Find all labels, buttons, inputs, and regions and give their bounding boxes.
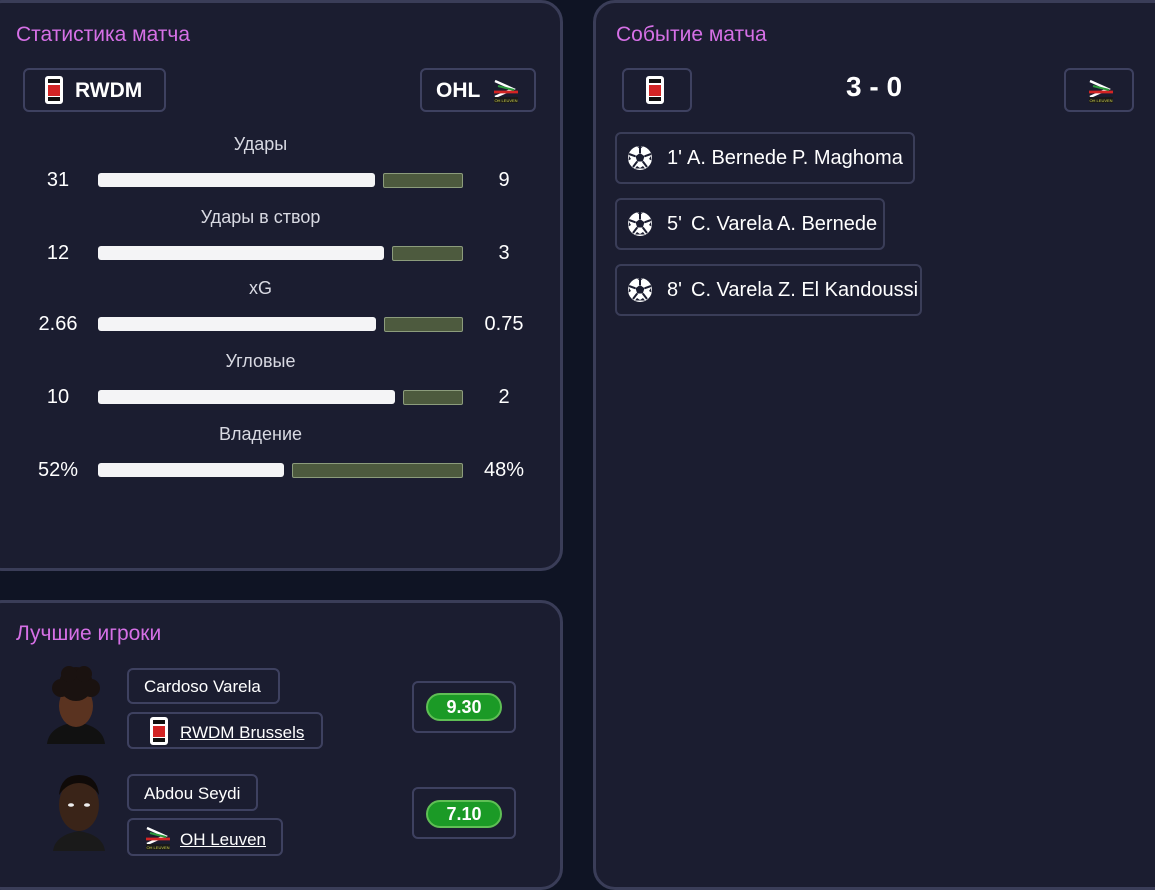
soccer-ball-icon — [627, 145, 653, 171]
goal-scorer[interactable]: C. Varela — [691, 213, 773, 236]
player-name-chip[interactable]: Cardoso Varela — [127, 668, 280, 704]
stat-away-bar — [403, 390, 463, 405]
home-team-chip[interactable]: RWDM — [23, 68, 166, 112]
stat-away-value: 48% — [483, 459, 525, 481]
players-title: Лучшие игроки — [16, 622, 162, 645]
best-players-panel: Лучшие игроки Cardoso Varela RWDM Brusse… — [0, 600, 563, 890]
player-team-chip[interactable]: RWDM Brussels — [127, 712, 323, 749]
stat-away-value: 3 — [498, 242, 510, 264]
soccer-ball-icon — [627, 211, 653, 237]
player-team-link[interactable]: OH Leuven — [180, 830, 266, 850]
rwdm-crest-icon — [646, 76, 664, 104]
player-name-chip[interactable]: Abdou Seydi — [127, 774, 258, 811]
stat-away-bar — [383, 173, 463, 188]
player-team-chip[interactable]: OH Leuven — [127, 818, 283, 856]
stats-title: Статистика матча — [16, 23, 191, 46]
player-rating: 9.30 — [426, 693, 502, 721]
rwdm-crest-icon — [150, 717, 168, 745]
stat-away-value: 9 — [498, 169, 510, 191]
stat-home-value: 31 — [46, 169, 70, 191]
stat-home-value: 12 — [46, 242, 70, 264]
player-team-link[interactable]: RWDM Brussels — [180, 723, 304, 743]
match-score: 3 - 0 — [846, 71, 903, 102]
player-avatar — [47, 666, 105, 744]
goal-assist[interactable]: Z. El Kandoussi — [778, 279, 918, 302]
events-title: Событие матча — [616, 23, 767, 46]
stat-home-bar — [98, 390, 395, 404]
player-avatar — [53, 775, 105, 851]
stat-home-bar — [98, 173, 375, 187]
player-name: Cardoso Varela — [144, 677, 261, 696]
stat-home-value: 10 — [46, 386, 70, 408]
goal-minute: 5' — [667, 213, 682, 235]
stat-home-value: 52% — [37, 459, 79, 481]
stat-away-bar — [384, 317, 463, 332]
stat-home-value: 2.66 — [38, 313, 78, 335]
goal-event[interactable]: 5' C. Varela A. Bernede — [615, 198, 885, 250]
goal-event[interactable]: 8' C. Varela Z. El Kandoussi — [615, 264, 922, 316]
goal-minute: 1' — [667, 147, 682, 169]
stat-away-value: 0.75 — [484, 313, 524, 335]
goal-scorer[interactable]: C. Varela — [691, 279, 773, 302]
goal-assist[interactable]: P. Maghoma — [792, 147, 903, 170]
player-rating: 7.10 — [426, 800, 502, 828]
away-team-chip[interactable] — [1064, 68, 1134, 112]
match-stats-panel: Статистика матча RWDM OHL Удары 31 9 Уда… — [0, 0, 563, 571]
goal-minute: 8' — [667, 279, 682, 301]
away-team-name: OHL — [436, 79, 481, 102]
home-team-name: RWDM — [75, 79, 143, 102]
stat-home-bar — [98, 246, 384, 260]
match-events-panel: Событие матча 3 - 0 1' A. Bernede P. Mag… — [593, 0, 1155, 890]
stat-home-bar — [98, 463, 284, 477]
player-name: Abdou Seydi — [144, 784, 241, 803]
rwdm-crest-icon — [45, 76, 63, 104]
stat-away-bar — [292, 463, 463, 478]
stat-label: Угловые — [225, 351, 296, 371]
home-team-chip[interactable] — [622, 68, 692, 112]
oh-leuven-crest-icon — [492, 78, 520, 104]
stat-label: Удары — [233, 134, 288, 154]
stat-label: xG — [248, 278, 272, 298]
goal-assist[interactable]: A. Bernede — [777, 213, 877, 236]
stat-label: Владение — [218, 424, 303, 444]
oh-leuven-crest-icon — [1087, 78, 1115, 104]
goal-scorer[interactable]: A. Bernede — [687, 147, 787, 170]
stat-home-bar — [98, 317, 376, 331]
rating-box: 9.30 — [412, 681, 516, 733]
stat-label: Удары в створ — [200, 207, 321, 227]
rating-box: 7.10 — [412, 787, 516, 839]
stat-away-bar — [392, 246, 463, 261]
stat-away-value: 2 — [498, 386, 510, 408]
goal-event[interactable]: 1' A. Bernede P. Maghoma — [615, 132, 915, 184]
soccer-ball-icon — [627, 277, 653, 303]
away-team-chip[interactable]: OHL — [420, 68, 536, 112]
oh-leuven-crest-icon — [144, 825, 172, 851]
